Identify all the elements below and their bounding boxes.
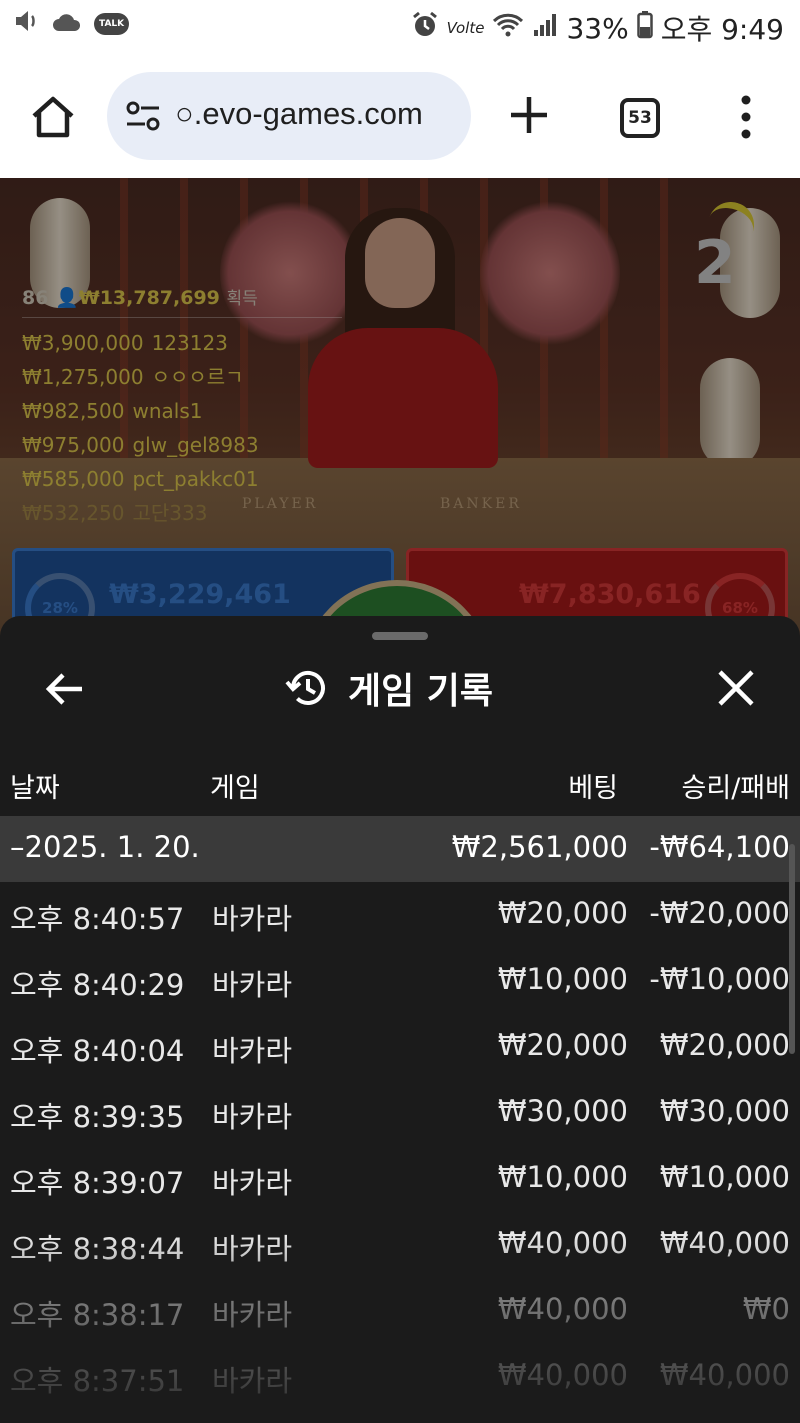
history-row[interactable]: 오후 8:37:51 바카라 ₩40,000 ₩40,000 bbox=[0, 1344, 800, 1410]
row-game: 바카라 bbox=[212, 1100, 293, 1134]
home-icon bbox=[32, 96, 74, 138]
close-icon bbox=[718, 670, 754, 706]
row-time: 오후 8:40:29 bbox=[10, 968, 185, 1002]
row-game: 바카라 bbox=[212, 1034, 293, 1068]
row-win-loss: ₩30,000 bbox=[659, 1094, 790, 1128]
row-win-loss: ₩40,000 bbox=[659, 1226, 790, 1260]
row-time: 오후 8:39:35 bbox=[10, 1100, 185, 1134]
row-bet: ₩20,000 bbox=[497, 896, 628, 930]
row-game: 바카라 bbox=[212, 902, 293, 936]
row-time: 오후 8:40:57 bbox=[10, 902, 185, 936]
row-game: 바카라 bbox=[212, 1298, 293, 1332]
day-total-bet: ₩2,561,000 bbox=[451, 830, 628, 864]
alarm-icon bbox=[411, 11, 439, 46]
history-rows: 오후 8:40:57 바카라 ₩20,000 -₩20,000 오후 8:40:… bbox=[0, 882, 800, 1410]
row-time: 오후 8:38:44 bbox=[10, 1232, 185, 1266]
day-date: –2025. 1. 20. bbox=[10, 830, 200, 864]
url-text: ○.evo-games.com bbox=[175, 96, 423, 131]
browser-toolbar: ○.evo-games.com 53 bbox=[0, 56, 800, 178]
kakaotalk-icon: TALK bbox=[94, 13, 130, 35]
history-row[interactable]: 오후 8:40:57 바카라 ₩20,000 -₩20,000 bbox=[0, 882, 800, 948]
row-game: 바카라 bbox=[212, 968, 293, 1002]
row-game: 바카라 bbox=[212, 1232, 293, 1266]
row-bet: ₩10,000 bbox=[497, 1160, 628, 1194]
status-bar: TALK Volte 33% 오후 9:49 bbox=[0, 0, 800, 56]
day-total-win-loss: -₩64,100 bbox=[649, 830, 790, 864]
sheet-title: 게임 기록 bbox=[348, 671, 494, 712]
battery-icon bbox=[636, 10, 653, 46]
row-game: 바카라 bbox=[212, 1364, 293, 1398]
row-bet: ₩10,000 bbox=[497, 962, 628, 996]
address-bar[interactable]: ○.evo-games.com bbox=[107, 72, 471, 160]
volte-label: Volte bbox=[446, 19, 485, 37]
history-icon bbox=[284, 666, 328, 710]
history-row[interactable]: 오후 8:39:07 바카라 ₩10,000 ₩10,000 bbox=[0, 1146, 800, 1212]
close-button[interactable] bbox=[714, 666, 758, 710]
row-time: 오후 8:40:04 bbox=[10, 1034, 185, 1068]
scrollbar[interactable] bbox=[789, 844, 795, 1054]
video-dim-overlay bbox=[0, 178, 800, 638]
wifi-icon bbox=[492, 12, 524, 45]
row-win-loss: -₩10,000 bbox=[649, 962, 790, 996]
column-game: 게임 bbox=[210, 773, 260, 804]
row-time: 오후 8:39:07 bbox=[10, 1166, 185, 1200]
new-tab-button[interactable] bbox=[506, 92, 552, 138]
history-row[interactable]: 오후 8:39:35 바카라 ₩30,000 ₩30,000 bbox=[0, 1080, 800, 1146]
battery-percent: 33% bbox=[566, 11, 629, 45]
sheet-drag-handle[interactable] bbox=[372, 632, 428, 640]
row-bet: ₩20,000 bbox=[497, 1028, 628, 1062]
site-settings-icon[interactable] bbox=[125, 100, 161, 132]
signal-icon bbox=[532, 12, 558, 45]
row-bet: ₩40,000 bbox=[497, 1292, 628, 1326]
back-button[interactable] bbox=[44, 668, 86, 710]
more-menu-button[interactable] bbox=[736, 94, 756, 140]
row-win-loss: ₩40,000 bbox=[659, 1358, 790, 1392]
home-button[interactable] bbox=[28, 92, 78, 142]
more-vert-icon bbox=[741, 95, 751, 139]
table-header: 날짜 게임 베팅 승리/패배 bbox=[0, 756, 800, 816]
row-win-loss: ₩20,000 bbox=[659, 1028, 790, 1062]
row-bet: ₩40,000 bbox=[497, 1358, 628, 1392]
day-summary-row[interactable]: –2025. 1. 20. ₩2,561,000 -₩64,100 bbox=[0, 816, 800, 882]
column-bet: 베팅 bbox=[568, 773, 618, 804]
history-row[interactable]: 오후 8:40:04 바카라 ₩20,000 ₩20,000 bbox=[0, 1014, 800, 1080]
column-win-loss: 승리/패배 bbox=[681, 773, 790, 804]
row-time: 오후 8:37:51 bbox=[10, 1364, 185, 1398]
game-history-sheet: 게임 기록 날짜 게임 베팅 승리/패배 –2025. 1. 20. ₩2,56… bbox=[0, 616, 800, 1423]
cloud-icon bbox=[52, 10, 82, 38]
tab-switcher-button[interactable]: 53 bbox=[620, 98, 660, 138]
history-row[interactable]: 오후 8:38:17 바카라 ₩40,000 ₩0 bbox=[0, 1278, 800, 1344]
column-date: 날짜 bbox=[10, 773, 60, 804]
row-win-loss: -₩20,000 bbox=[649, 896, 790, 930]
row-bet: ₩40,000 bbox=[497, 1226, 628, 1260]
row-time: 오후 8:38:17 bbox=[10, 1298, 185, 1332]
volume-icon bbox=[14, 10, 40, 38]
history-row[interactable]: 오후 8:40:29 바카라 ₩10,000 -₩10,000 bbox=[0, 948, 800, 1014]
arrow-left-icon bbox=[45, 673, 82, 705]
row-game: 바카라 bbox=[212, 1166, 293, 1200]
sheet-header: 게임 기록 bbox=[284, 662, 493, 714]
row-win-loss: ₩0 bbox=[742, 1292, 790, 1326]
plus-icon bbox=[511, 97, 547, 133]
history-row[interactable]: 오후 8:38:44 바카라 ₩40,000 ₩40,000 bbox=[0, 1212, 800, 1278]
clock: 오후 9:49 bbox=[660, 13, 784, 46]
row-win-loss: ₩10,000 bbox=[659, 1160, 790, 1194]
row-bet: ₩30,000 bbox=[497, 1094, 628, 1128]
